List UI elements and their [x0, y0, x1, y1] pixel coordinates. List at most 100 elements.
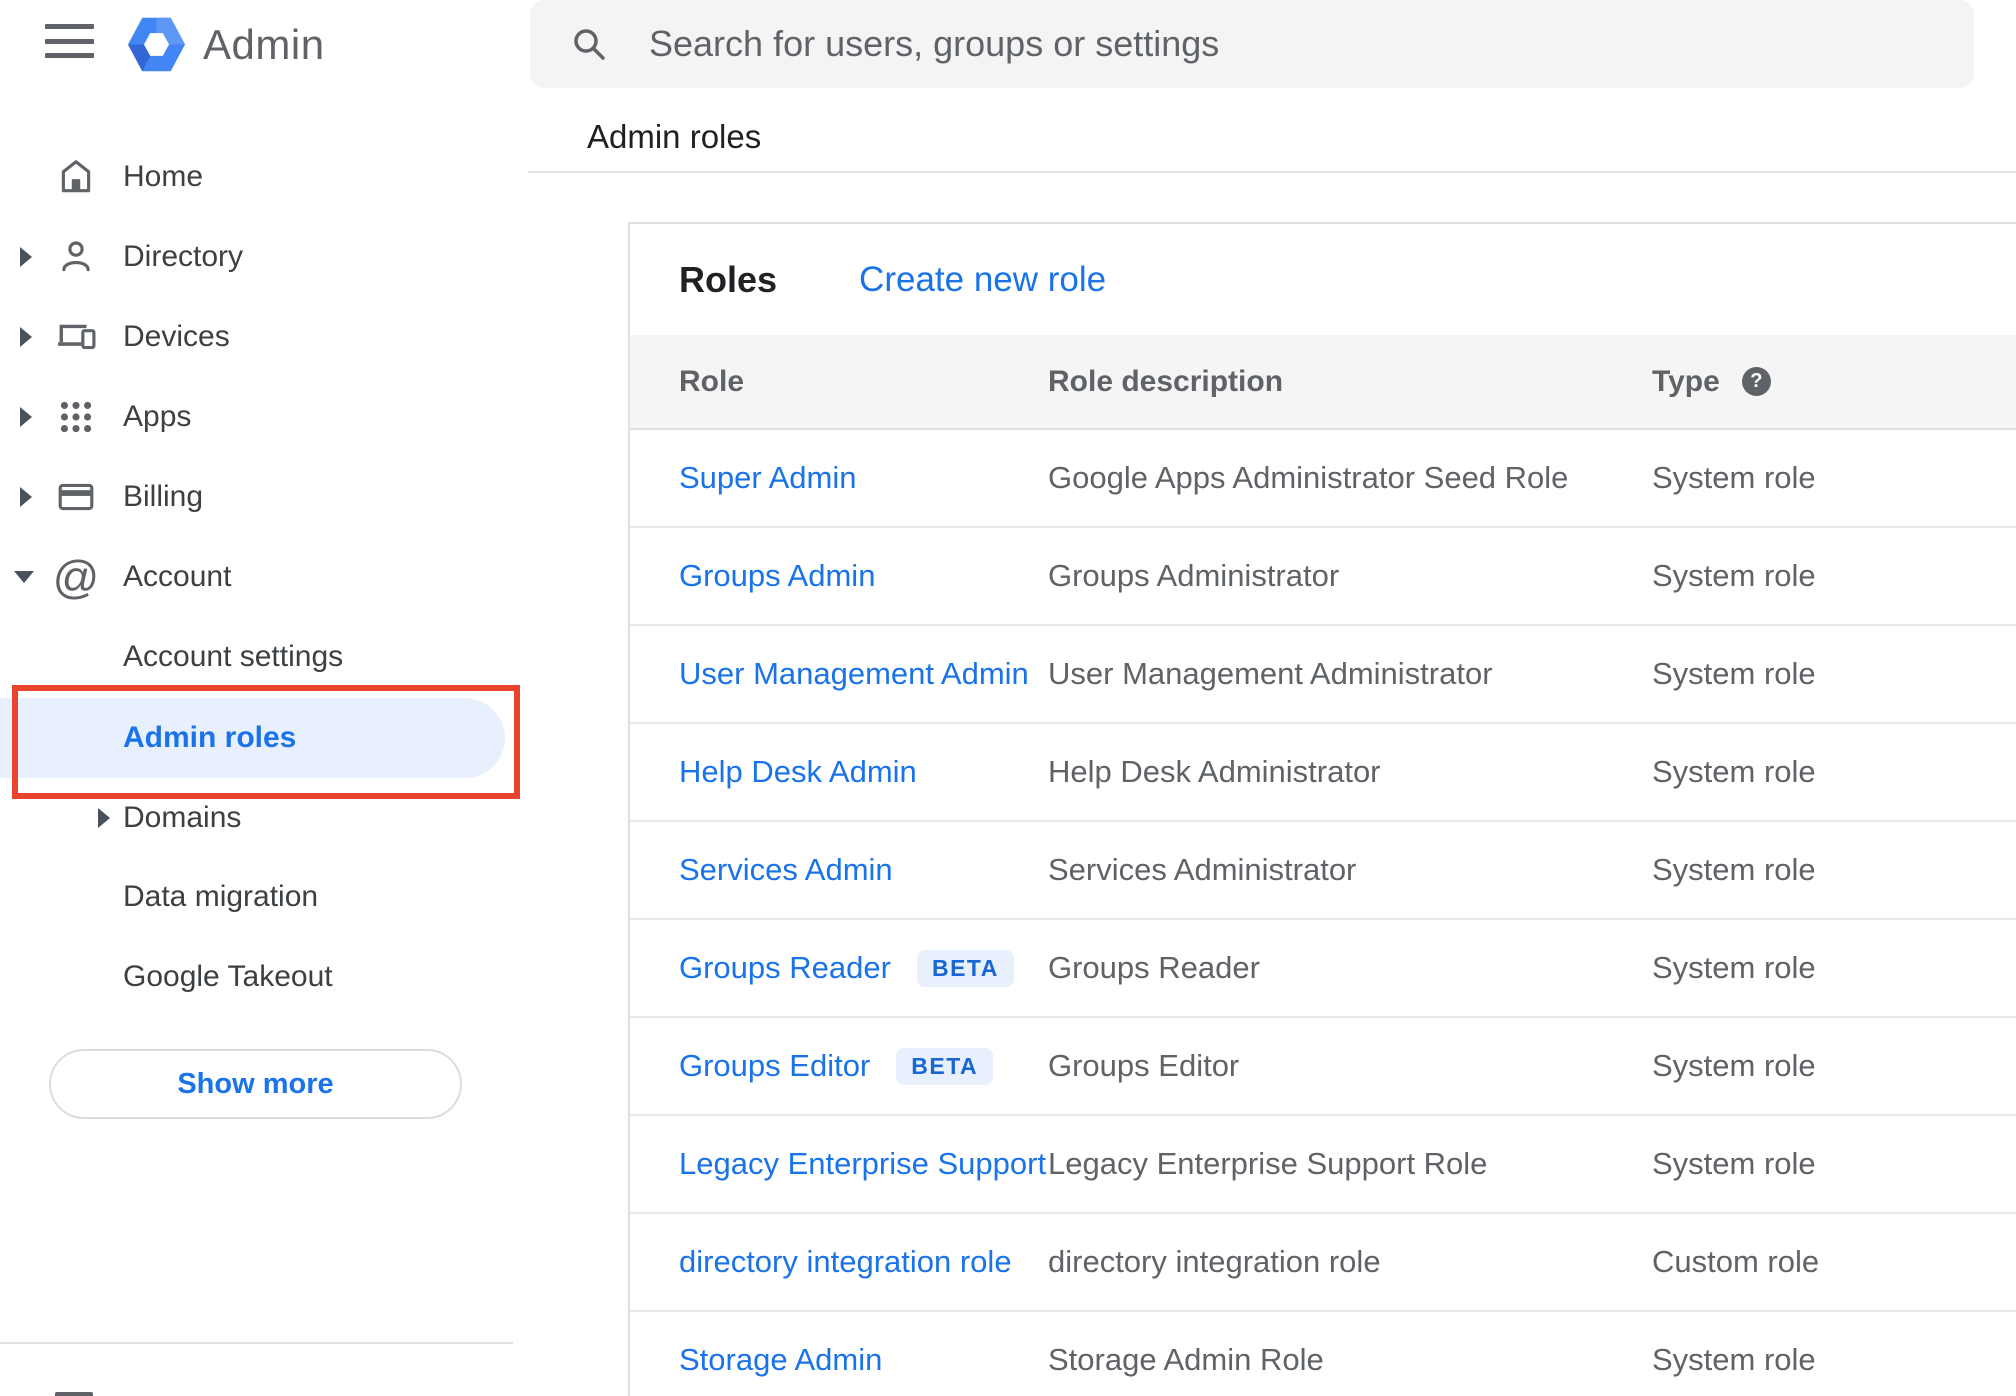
role-type: System role	[1652, 754, 1816, 789]
sidebar-item-google-takeout[interactable]: Google Takeout	[0, 937, 530, 1017]
column-header-description: Role description	[1048, 364, 1284, 398]
table-row: Super Admin Google Apps Administrator Se…	[630, 430, 2016, 528]
hamburger-bar	[45, 24, 94, 29]
sidebar-divider	[0, 1342, 513, 1344]
table-row: Legacy Enterprise Support Legacy Enterpr…	[630, 1116, 2016, 1214]
admin-console-page: Admin Admin roles Home Directory	[0, 0, 2016, 1396]
role-description: User Management Administrator	[1048, 656, 1493, 691]
role-link[interactable]: Groups Reader	[679, 950, 891, 986]
sidebar-item-apps[interactable]: Apps	[0, 377, 530, 457]
sidebar-item-home[interactable]: Home	[0, 137, 530, 217]
column-header-role: Role	[679, 364, 745, 398]
expand-right-icon[interactable]	[98, 808, 110, 828]
sidebar-item-admin-roles[interactable]: Admin roles	[0, 698, 530, 778]
column-header-type-label: Type	[1652, 364, 1720, 398]
role-link[interactable]: directory integration role	[679, 1244, 1012, 1280]
sidebar-item-label: Account	[123, 560, 232, 593]
hamburger-menu-icon[interactable]	[45, 24, 94, 58]
credit-card-icon	[55, 476, 97, 518]
sidebar-item-account[interactable]: @ Account	[0, 537, 530, 617]
breadcrumb: Admin roles	[587, 118, 762, 155]
person-icon	[55, 236, 97, 278]
search-bar[interactable]	[530, 0, 1974, 88]
role-type: System role	[1652, 1146, 1816, 1181]
sidebar-item-billing[interactable]: Billing	[0, 457, 530, 537]
sidebar-item-label: Devices	[123, 320, 230, 353]
sidebar-item-label: Directory	[123, 240, 244, 273]
search-icon	[574, 29, 605, 60]
sidebar-item-label: Apps	[123, 400, 192, 433]
clipped-sidebar-icon	[55, 1392, 93, 1396]
collapse-down-icon[interactable]	[14, 571, 34, 583]
table-header-row: Role Role description Type ?	[630, 335, 2016, 430]
role-description: Services Administrator	[1048, 852, 1357, 887]
app-title: Admin	[203, 20, 325, 68]
table-row: directory integration role directory int…	[630, 1214, 2016, 1312]
role-description: Google Apps Administrator Seed Role	[1048, 460, 1569, 495]
sidebar-item-directory[interactable]: Directory	[0, 217, 530, 297]
role-description: Groups Administrator	[1048, 558, 1340, 593]
role-description: Legacy Enterprise Support Role	[1048, 1146, 1488, 1181]
at-sign-icon: @	[52, 551, 100, 603]
table-row: Storage Admin Storage Admin Role System …	[630, 1312, 2016, 1396]
role-type: System role	[1652, 656, 1816, 691]
role-link[interactable]: Services Admin	[679, 852, 893, 888]
show-more-button[interactable]: Show more	[49, 1049, 462, 1119]
sidebar-item-domains[interactable]: Domains	[0, 778, 530, 858]
role-link[interactable]: Help Desk Admin	[679, 754, 917, 790]
beta-badge: BETA	[896, 1047, 994, 1085]
roles-panel: Roles Create new role Role Role descript…	[628, 222, 2016, 1396]
hamburger-bar	[45, 53, 94, 58]
table-row: User Management Admin User Management Ad…	[630, 626, 2016, 724]
sidebar-item-label: Admin roles	[123, 721, 297, 754]
sidebar-item-devices[interactable]: Devices	[0, 297, 530, 377]
table-row: Groups Reader BETA Groups Reader System …	[630, 920, 2016, 1018]
role-type: System role	[1652, 852, 1816, 887]
role-link[interactable]: Legacy Enterprise Support	[679, 1146, 1046, 1182]
table-row: Help Desk Admin Help Desk Administrator …	[630, 724, 2016, 822]
role-link[interactable]: Groups Admin	[679, 558, 875, 594]
role-description: directory integration role	[1048, 1244, 1381, 1279]
expand-right-icon[interactable]	[20, 247, 32, 267]
sidebar-item-label: Home	[123, 160, 204, 193]
expand-right-icon[interactable]	[20, 407, 32, 427]
content-divider	[528, 171, 2016, 173]
expand-right-icon[interactable]	[20, 487, 32, 507]
sidebar-item-label: Account settings	[123, 640, 344, 673]
help-icon[interactable]: ?	[1741, 367, 1771, 396]
role-type: System role	[1652, 1048, 1816, 1083]
column-header-type: Type ?	[1652, 365, 2016, 399]
role-type: System role	[1652, 1342, 1816, 1377]
role-description: Groups Editor	[1048, 1048, 1240, 1083]
sidebar-item-account-settings[interactable]: Account settings	[0, 617, 530, 697]
table-row: Services Admin Services Administrator Sy…	[630, 822, 2016, 920]
sidebar-item-data-migration[interactable]: Data migration	[0, 857, 530, 937]
role-description: Storage Admin Role	[1048, 1342, 1324, 1377]
table-row: Groups Admin Groups Administrator System…	[630, 528, 2016, 626]
sidebar-item-label: Google Takeout	[123, 960, 333, 993]
role-link[interactable]: User Management Admin	[679, 656, 1029, 692]
panel-header: Roles Create new role	[630, 224, 2016, 335]
role-description: Help Desk Administrator	[1048, 754, 1381, 789]
role-type: System role	[1652, 950, 1816, 985]
role-description: Groups Reader	[1048, 950, 1260, 985]
sidebar-item-label: Data migration	[123, 880, 319, 913]
admin-hexagon-icon	[128, 17, 185, 72]
role-link[interactable]: Storage Admin	[679, 1342, 882, 1378]
search-input[interactable]	[647, 22, 1851, 66]
role-type: System role	[1652, 558, 1816, 593]
beta-badge: BETA	[916, 949, 1014, 987]
sidebar-item-label: Billing	[123, 480, 204, 513]
create-new-role-link[interactable]: Create new role	[859, 260, 1106, 300]
role-link[interactable]: Groups Editor	[679, 1048, 870, 1084]
sidebar-item-label: Domains	[123, 801, 242, 834]
devices-icon	[55, 316, 97, 358]
table-row: Groups Editor BETA Groups Editor System …	[630, 1018, 2016, 1116]
panel-title: Roles	[679, 258, 778, 300]
apps-grid-icon	[55, 396, 97, 438]
role-type: System role	[1652, 460, 1816, 495]
google-admin-logo[interactable]: Admin	[128, 17, 325, 72]
expand-right-icon[interactable]	[20, 327, 32, 347]
role-link[interactable]: Super Admin	[679, 460, 857, 496]
hamburger-bar	[45, 38, 94, 44]
